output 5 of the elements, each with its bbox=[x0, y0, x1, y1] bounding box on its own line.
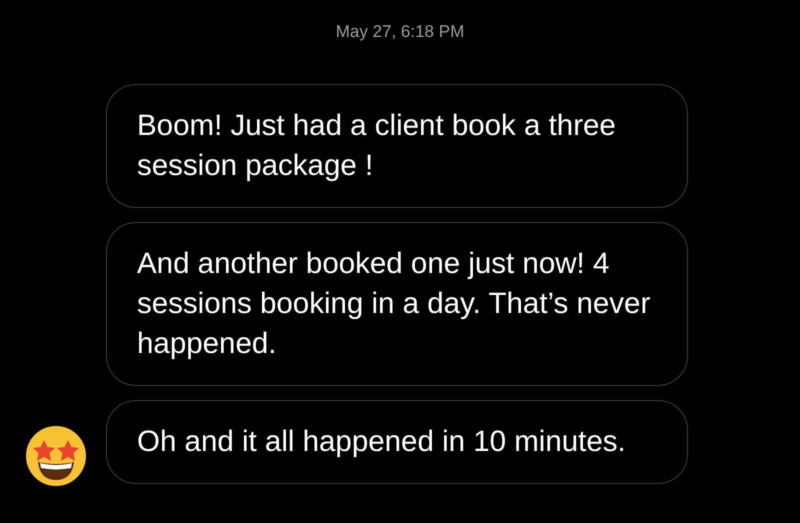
message-bubble: Oh and it all happened in 10 minutes. bbox=[106, 400, 688, 484]
message-bubble: And another booked one just now! 4 sessions booking in a day. That’s never happened. bbox=[106, 222, 688, 386]
timestamp: May 27, 6:18 PM bbox=[334, 21, 466, 43]
star-struck-emoji-icon bbox=[24, 424, 88, 488]
message-bubble: Boom! Just had a client book a three session package ! bbox=[106, 84, 688, 208]
